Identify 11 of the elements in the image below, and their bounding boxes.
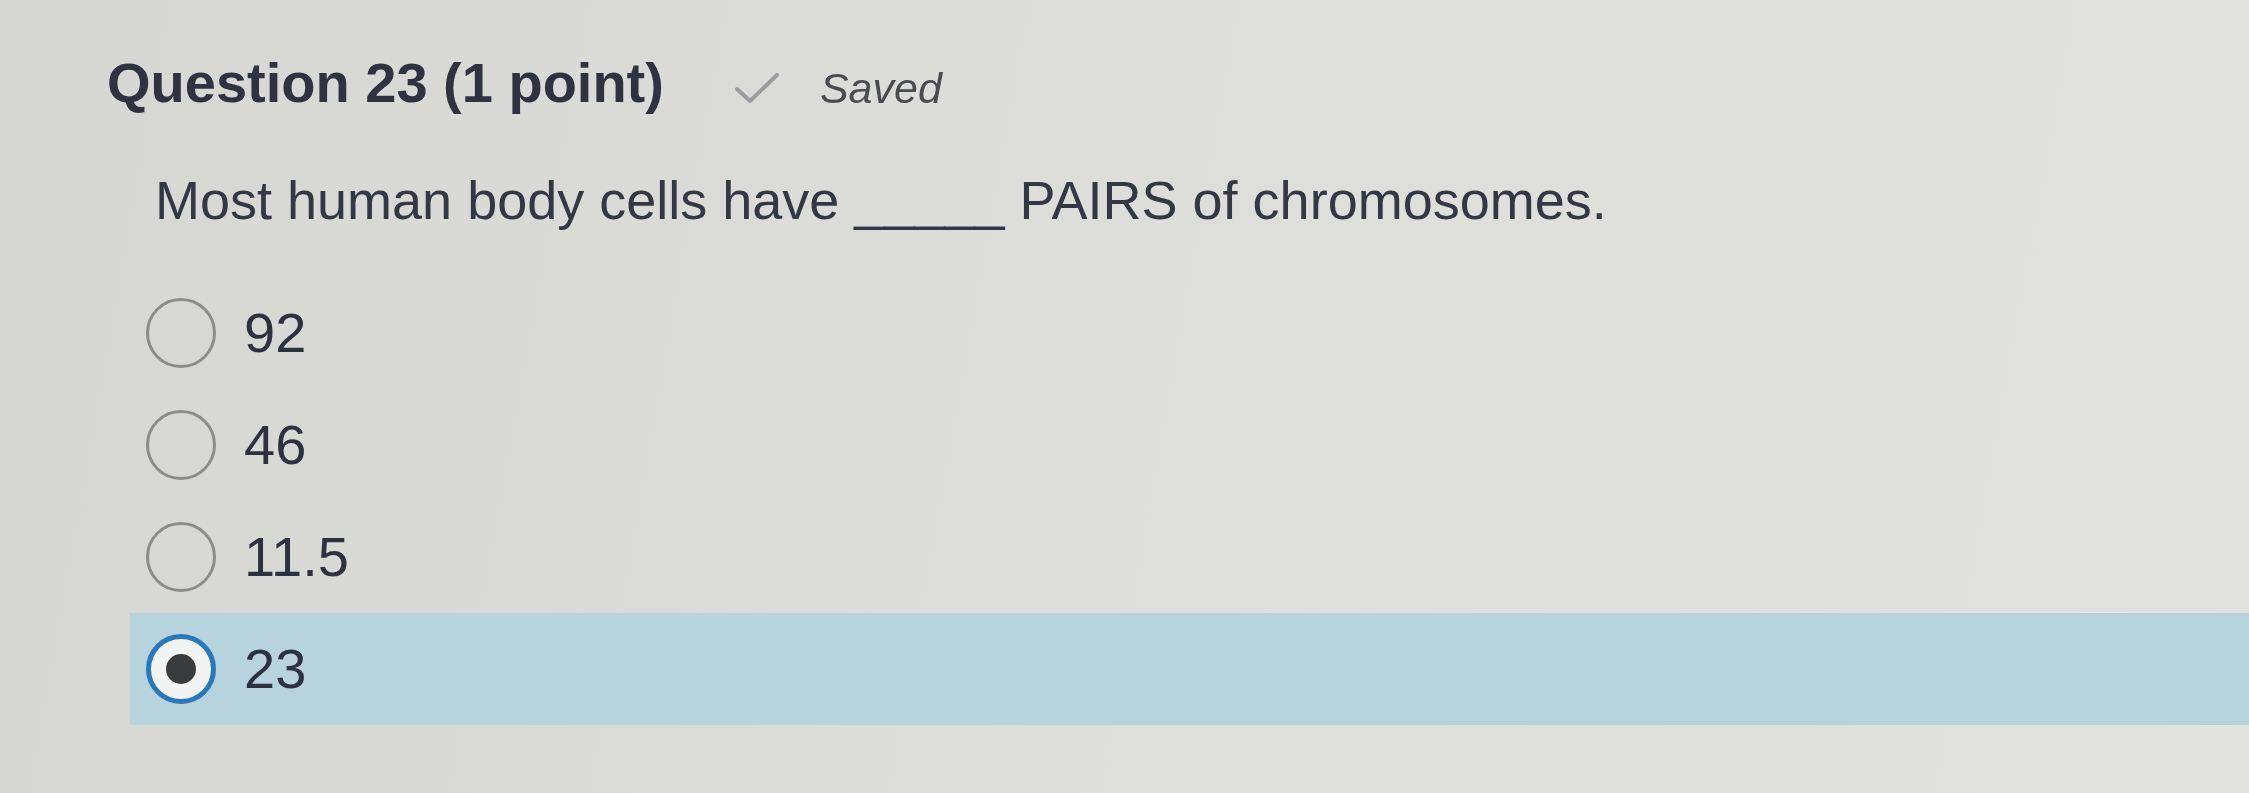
radio-button[interactable] xyxy=(146,410,216,480)
save-status: Saved xyxy=(819,63,942,114)
question-title: Question 23 (1 point) xyxy=(107,50,664,116)
question-text: Most human body cells have _____ PAIRS of chromosomes. xyxy=(155,169,1607,232)
check-icon xyxy=(733,72,780,104)
option-label: 92 xyxy=(244,300,307,366)
radio-button[interactable] xyxy=(146,298,216,368)
radio-button[interactable] xyxy=(146,522,216,592)
option-label: 11.5 xyxy=(244,524,349,590)
option-label: 23 xyxy=(244,636,307,702)
option-label: 46 xyxy=(244,412,307,478)
